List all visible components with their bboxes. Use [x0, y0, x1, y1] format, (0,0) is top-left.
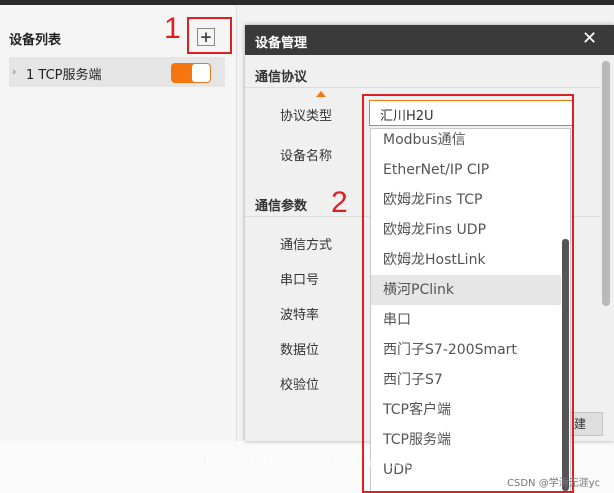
param-label: 通信方式	[280, 238, 333, 253]
dropdown-arrow-icon[interactable]	[316, 91, 326, 97]
protocol-type-label: 协议类型	[280, 109, 333, 124]
param-label: 串口号	[280, 273, 320, 288]
annotation-number-1: 1	[164, 12, 181, 45]
annotation-number-2: 2	[331, 186, 348, 219]
section-protocol-title: 通信协议	[255, 70, 308, 85]
device-list-panel: 设备列表 + › 1 TCP服务端	[0, 5, 237, 493]
annotation-box-2	[362, 94, 574, 493]
param-label: 校验位	[280, 378, 320, 393]
param-label: 数据位	[280, 343, 320, 358]
device-label: 1 TCP服务端	[26, 68, 102, 83]
dialog-scrollbar[interactable]	[602, 61, 610, 306]
dialog-header: 设备管理 ✕	[245, 25, 614, 55]
chevron-right-icon[interactable]: ›	[12, 65, 16, 78]
credit-text: CSDN @学海无涯yc	[507, 478, 601, 489]
section-params-title: 通信参数	[255, 199, 308, 214]
close-icon[interactable]: ✕	[582, 28, 597, 49]
device-list-item[interactable]: › 1 TCP服务端	[9, 57, 225, 87]
toggle-knob	[192, 64, 210, 82]
annotation-box-1	[187, 17, 232, 54]
watermark-text: xaiocaimozhouxi Vision	[180, 448, 431, 473]
device-enable-toggle[interactable]	[171, 63, 211, 83]
dialog-title: 设备管理	[255, 36, 308, 51]
device-name-label: 设备名称	[280, 149, 333, 164]
divider	[245, 87, 600, 88]
param-label: 波特率	[280, 308, 320, 323]
device-list-title: 设备列表	[9, 33, 62, 48]
